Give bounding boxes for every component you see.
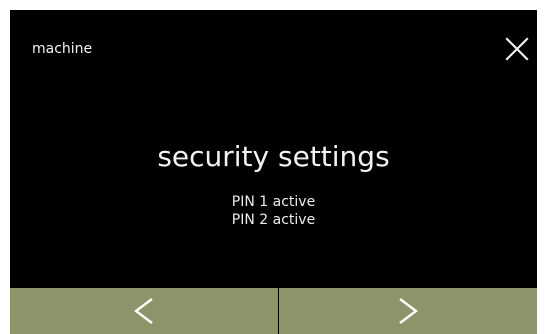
machine-screen: machine security settings PIN 1 active P…	[10, 10, 537, 334]
chevron-right-icon	[399, 298, 418, 324]
page-heading: security settings	[157, 140, 390, 173]
navigation-bar	[10, 288, 537, 334]
pin-status-list: PIN 1 active PIN 2 active	[10, 193, 537, 229]
close-icon	[505, 37, 529, 61]
pin-2-status: PIN 2 active	[231, 212, 316, 228]
pin-1-status: PIN 1 active	[231, 194, 316, 210]
screen-title: machine	[32, 41, 93, 57]
previous-button[interactable]	[10, 288, 279, 334]
close-button[interactable]	[502, 34, 532, 64]
chevron-left-icon	[134, 298, 153, 324]
next-button[interactable]	[279, 288, 537, 334]
